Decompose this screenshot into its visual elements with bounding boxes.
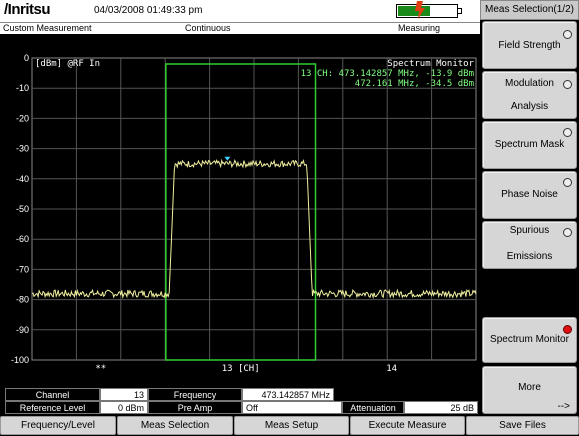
preamp-value: Off bbox=[242, 401, 342, 414]
attenuation-label: Attenuation bbox=[342, 401, 404, 414]
spectrum-chart: 0 -10 -20 -30 -40 -50 -60 -70 -80 -90 -100 [dBm] @R… bbox=[11, 53, 477, 374]
more-button[interactable]: More --> bbox=[482, 366, 577, 414]
more-label: More bbox=[518, 382, 541, 393]
spurious-emissions-label-line1: Spurious bbox=[509, 225, 550, 236]
softkey-panel: Meas Selection(1/2) Field Strength Modul… bbox=[480, 0, 579, 415]
frequency-label: Frequency bbox=[148, 388, 242, 401]
reference-level-value: 0 dBm bbox=[100, 401, 148, 414]
modulation-analysis-label-line1: Modulation bbox=[505, 78, 554, 89]
main-menu-bar: Frequency/Level Meas Selection Meas Setu… bbox=[0, 415, 579, 436]
y-tick-label: -50 bbox=[16, 204, 29, 214]
y-tick-label: -80 bbox=[16, 295, 29, 305]
spurious-emissions-button[interactable]: Spurious Emissions bbox=[482, 221, 577, 269]
field-strength-button[interactable]: Field Strength bbox=[482, 21, 577, 69]
phase-noise-label: Phase Noise bbox=[501, 189, 558, 200]
channel-value: 13 bbox=[100, 388, 148, 401]
meas-selection-button[interactable]: Meas Selection bbox=[117, 416, 233, 435]
spectrum-mask-button[interactable]: Spectrum Mask bbox=[482, 121, 577, 169]
y-tick-label: -40 bbox=[16, 174, 29, 184]
parameter-table: Channel 13 Frequency 473.142857 MHz Refe… bbox=[0, 385, 480, 415]
field-strength-radio-icon bbox=[563, 30, 572, 39]
y-tick-label: -10 bbox=[16, 83, 29, 93]
modulation-analysis-button[interactable]: Modulation Analysis bbox=[482, 71, 577, 119]
spectrum-monitor-button[interactable]: Spectrum Monitor bbox=[482, 317, 577, 363]
plot-mode-title: Spectrum Monitor bbox=[387, 59, 474, 69]
y-tick-label: -70 bbox=[16, 264, 29, 274]
spectrum-monitor-label: Spectrum Monitor bbox=[490, 334, 569, 345]
attenuation-value: 25 dB bbox=[404, 401, 478, 414]
y-tick-label: -20 bbox=[16, 113, 29, 123]
save-files-button[interactable]: Save Files bbox=[466, 416, 579, 435]
menu-title: Meas Selection(1/2) bbox=[480, 0, 579, 20]
spectrum-mask-label: Spectrum Mask bbox=[494, 139, 565, 150]
more-arrow-icon: --> bbox=[557, 401, 571, 412]
channel-label-left: ** bbox=[95, 364, 106, 374]
marker-readout-1: 13 CH: 473.142857 MHz, -13.9 dBm bbox=[301, 69, 474, 79]
y-tick-label: -100 bbox=[11, 355, 29, 365]
phase-noise-button[interactable]: Phase Noise bbox=[482, 171, 577, 219]
spectrum-mask-radio-icon bbox=[563, 128, 572, 137]
marker-readout-2: 472.161 MHz, -34.5 dBm bbox=[355, 79, 474, 89]
field-strength-label: Field Strength bbox=[498, 40, 561, 51]
modulation-analysis-label-line2: Analysis bbox=[510, 101, 549, 112]
y-tick-label: -60 bbox=[16, 234, 29, 244]
y-tick-label: 0 bbox=[24, 53, 29, 63]
plot-input-label: [dBm] @RF In bbox=[35, 59, 100, 69]
phase-noise-radio-icon bbox=[563, 178, 572, 187]
spectrum-monitor-radio-icon bbox=[563, 325, 572, 334]
frequency-value: 473.142857 MHz bbox=[242, 388, 334, 401]
execute-measure-button[interactable]: Execute Measure bbox=[350, 416, 465, 435]
y-tick-label: -90 bbox=[16, 325, 29, 335]
channel-label-right: 14 bbox=[386, 364, 397, 374]
reference-level-label: Reference Level bbox=[5, 401, 100, 414]
channel-label-center: 13 [CH] bbox=[222, 364, 260, 374]
spurious-emissions-label-line2: Emissions bbox=[506, 251, 553, 262]
meas-setup-button[interactable]: Meas Setup bbox=[234, 416, 349, 435]
preamp-label: Pre Amp bbox=[148, 401, 242, 414]
y-tick-label: -30 bbox=[16, 144, 29, 154]
channel-label: Channel bbox=[5, 388, 100, 401]
frequency-level-button[interactable]: Frequency/Level bbox=[0, 416, 116, 435]
